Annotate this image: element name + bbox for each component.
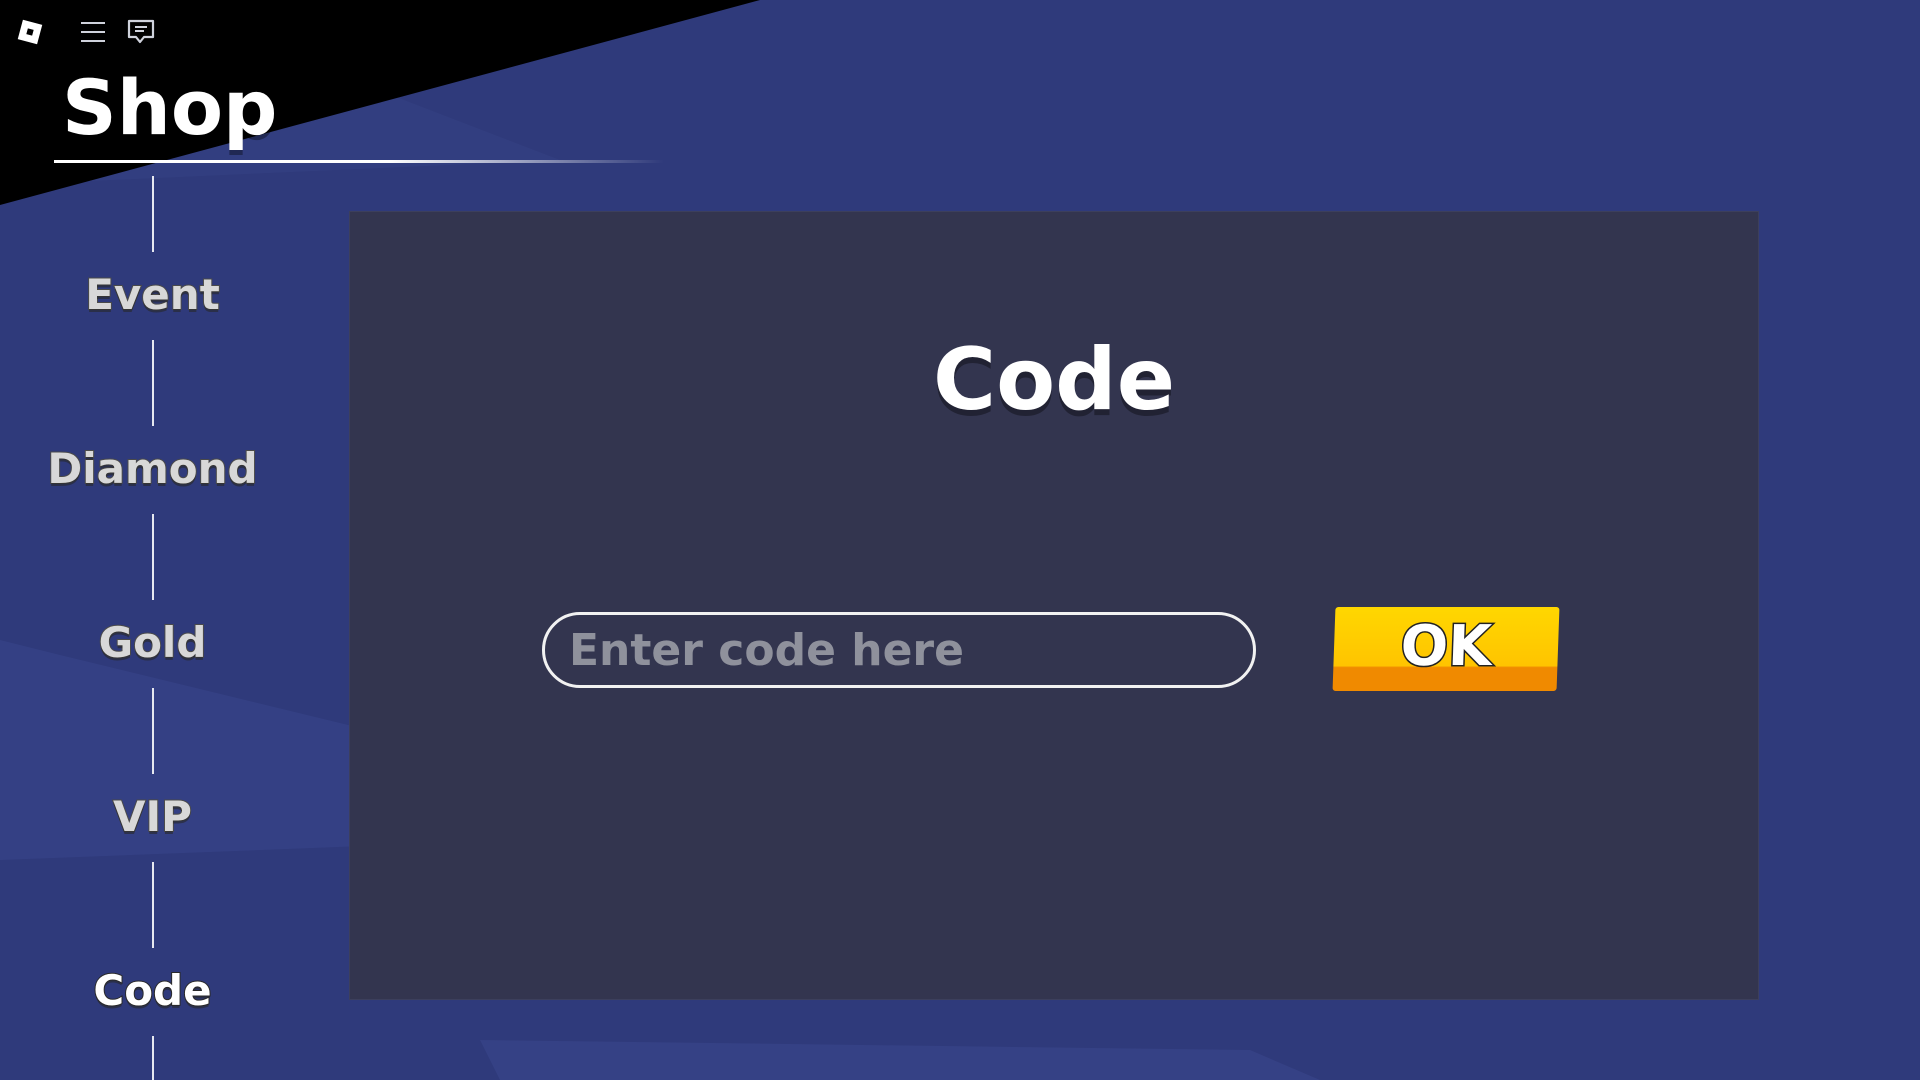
nav-item-vip[interactable]: VIP xyxy=(0,791,305,842)
code-input[interactable] xyxy=(542,612,1256,688)
nav-divider xyxy=(152,1036,154,1080)
code-panel: Code OK xyxy=(349,211,1759,1000)
nav-divider xyxy=(152,862,154,948)
nav-divider xyxy=(152,340,154,426)
panel-title: Code xyxy=(932,330,1176,430)
ok-button-label: OK xyxy=(1398,612,1494,680)
nav-divider xyxy=(152,514,154,600)
nav-item-event[interactable]: Event xyxy=(0,269,305,320)
nav-item-diamond[interactable]: Diamond xyxy=(0,443,305,494)
shop-sidebar-nav: Event Diamond Gold VIP Code xyxy=(0,0,310,1080)
nav-item-code[interactable]: Code xyxy=(0,965,305,1016)
nav-divider xyxy=(152,688,154,774)
nav-divider xyxy=(152,176,154,252)
nav-item-gold[interactable]: Gold xyxy=(0,617,305,668)
ok-button[interactable]: OK xyxy=(1332,607,1560,691)
